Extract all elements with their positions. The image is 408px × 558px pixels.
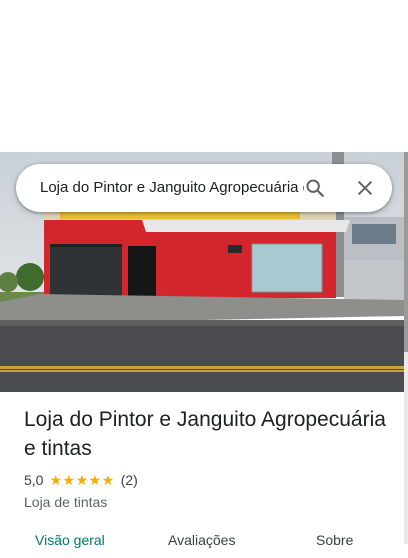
search-input[interactable]: Loja do Pintor e Janguito Agropecuária e… <box>40 164 304 212</box>
place-info: Loja do Pintor e Janguito Agropecuária e… <box>24 405 394 512</box>
place-title: Loja do Pintor e Janguito Agropecuária e… <box>24 408 386 460</box>
search-button[interactable] <box>299 172 331 204</box>
close-icon <box>358 181 372 195</box>
place-category[interactable]: Loja de tintas <box>24 492 394 512</box>
star-rating-icon: ★★★★★ <box>49 471 115 488</box>
rating-value: 5,0 <box>24 472 44 488</box>
scrollbar-thumb[interactable] <box>404 152 408 352</box>
tab-reviews[interactable]: Avaliações <box>168 532 235 548</box>
search-box[interactable]: Loja do Pintor e Janguito Agropecuária e… <box>16 164 392 212</box>
rating-row[interactable]: 5,0 ★★★★★ (2) <box>24 470 394 490</box>
place-tabs: Visão geral Avaliações Sobre <box>0 528 404 558</box>
search-icon <box>306 179 324 197</box>
tab-overview[interactable]: Visão geral <box>35 532 105 548</box>
review-count[interactable]: (2) <box>121 472 138 488</box>
close-button[interactable] <box>349 172 381 204</box>
tab-about[interactable]: Sobre <box>316 532 353 548</box>
map-blank-area <box>0 0 408 152</box>
